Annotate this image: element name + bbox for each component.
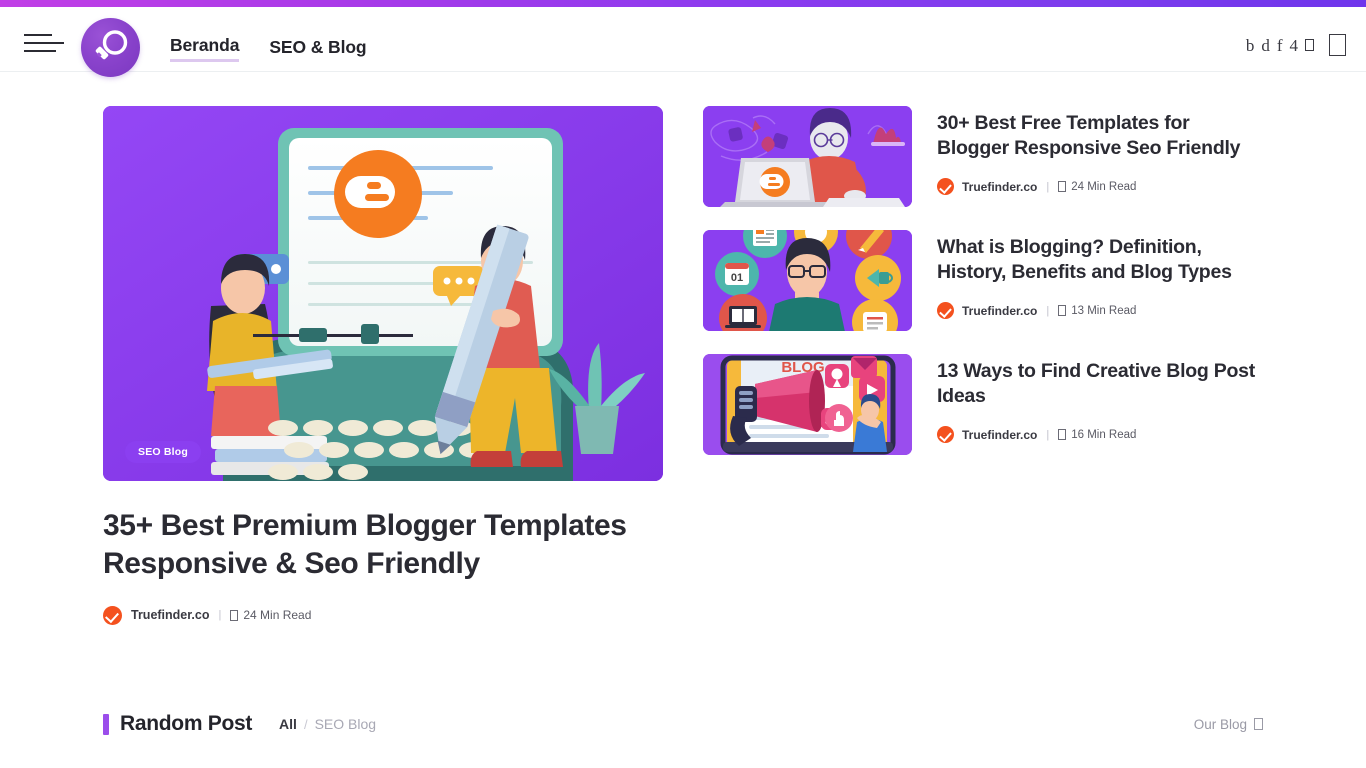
sidebar-post-thumbnail[interactable] — [703, 106, 912, 207]
filter-seo-blog[interactable]: SEO Blog — [315, 716, 376, 732]
sidebar-post-meta: Truefinder.co | 13 Min Read — [937, 302, 1263, 320]
magnifier-logo-icon — [95, 30, 128, 60]
hamburger-line — [24, 42, 64, 44]
sidebar-post-author[interactable]: Truefinder.co — [962, 428, 1037, 442]
meta-separator: | — [1046, 304, 1050, 317]
sidebar-post-thumbnail[interactable]: 01 — [703, 230, 912, 331]
featured-post-read-time: 24 Min Read — [243, 608, 312, 623]
nav-item-seo-blog[interactable]: SEO & Blog — [269, 37, 366, 61]
sidebar-post-title[interactable]: 13 Ways to Find Creative Blog Post Ideas — [937, 359, 1263, 409]
sidebar-post-meta: Truefinder.co | 24 Min Read — [937, 178, 1263, 196]
featured-post-image[interactable]: SEO Blog — [103, 106, 663, 481]
header-icon-d[interactable]: d — [1261, 37, 1270, 54]
site-logo[interactable] — [81, 18, 140, 77]
our-blog-link[interactable]: Our Blog — [1194, 717, 1263, 732]
filter-all[interactable]: All — [279, 716, 297, 732]
sidebar-post-body: 30+ Best Free Templates for Blogger Resp… — [937, 106, 1263, 196]
page-content: SEO Blog 35+ Best Premium Blogger Templa… — [0, 72, 1366, 768]
filter-separator: / — [303, 716, 308, 732]
site-header: Beranda SEO & Blog b d f 4 — [0, 7, 1366, 77]
featured-post-author[interactable]: Truefinder.co — [131, 608, 210, 622]
clock-icon — [230, 609, 239, 621]
header-icon-f[interactable]: f — [1277, 37, 1283, 54]
sidebar-post-meta: Truefinder.co | 16 Min Read — [937, 426, 1263, 444]
meta-separator: | — [1046, 428, 1050, 441]
sidebar-post-body: 13 Ways to Find Creative Blog Post Ideas… — [937, 354, 1263, 444]
sidebar-post-read-time: 13 Min Read — [1071, 304, 1137, 317]
top-gradient-bar — [0, 0, 1366, 7]
sidebar-post-title[interactable]: 30+ Best Free Templates for Blogger Resp… — [937, 111, 1263, 161]
featured-post[interactable]: SEO Blog 35+ Best Premium Blogger Templa… — [103, 106, 663, 625]
random-post-filters: All / SEO Blog — [279, 716, 376, 732]
sidebar-post-list: 30+ Best Free Templates for Blogger Resp… — [703, 106, 1263, 478]
sidebar-post-read-time: 24 Min Read — [1071, 180, 1137, 193]
random-post-section-header: Random Post All / SEO Blog Our Blog — [103, 712, 1263, 736]
verified-check-icon — [937, 178, 954, 196]
featured-post-meta: Truefinder.co | 24 Min Read — [103, 605, 663, 625]
header-icon-group: b d f 4 — [1246, 34, 1346, 56]
sidebar-post-author[interactable]: Truefinder.co — [962, 304, 1037, 318]
header-icon-b[interactable]: b — [1246, 37, 1255, 54]
meta-separator: | — [1046, 180, 1050, 193]
featured-post-title[interactable]: 35+ Best Premium Blogger Templates Respo… — [103, 507, 663, 583]
hamburger-menu-icon[interactable] — [24, 34, 64, 54]
sidebar-post-body: What is Blogging? Definition, History, B… — [937, 230, 1263, 320]
our-blog-label: Our Blog — [1193, 716, 1247, 732]
verified-check-icon — [937, 426, 954, 444]
random-post-heading: Random Post — [120, 712, 253, 735]
clock-icon — [1058, 181, 1067, 193]
section-accent-bar — [103, 713, 109, 735]
clock-icon — [1058, 305, 1067, 317]
sidebar-post-read-time: 16 Min Read — [1071, 428, 1137, 441]
featured-post-category-badge[interactable]: SEO Blog — [125, 441, 202, 463]
nav-item-beranda[interactable]: Beranda — [170, 35, 239, 62]
sidebar-post-title[interactable]: What is Blogging? Definition, History, B… — [937, 235, 1263, 285]
sidebar-post-item[interactable]: 30+ Best Free Templates for Blogger Resp… — [703, 106, 1263, 207]
hamburger-line — [24, 50, 56, 52]
verified-check-icon — [937, 302, 954, 320]
hamburger-line — [24, 34, 52, 36]
sidebar-post-author[interactable]: Truefinder.co — [962, 180, 1037, 194]
clock-icon — [1058, 429, 1067, 441]
arrow-right-icon — [1254, 718, 1263, 730]
verified-check-icon — [103, 605, 122, 625]
sidebar-post-item[interactable]: 01 What is Blogging? Definition, History… — [703, 230, 1263, 331]
header-icon-4[interactable]: 4 — [1290, 37, 1299, 54]
sidebar-post-item[interactable]: BLOG 13 Ways to Find Creative Blog Post … — [703, 354, 1263, 455]
meta-separator: | — [218, 609, 222, 622]
svg-text:01: 01 — [731, 272, 743, 284]
header-missing-glyph-icon-large[interactable] — [1329, 34, 1346, 56]
header-missing-glyph-icon-small[interactable] — [1305, 39, 1314, 51]
main-navigation: Beranda SEO & Blog — [170, 35, 367, 62]
sidebar-post-thumbnail[interactable]: BLOG — [703, 354, 912, 455]
